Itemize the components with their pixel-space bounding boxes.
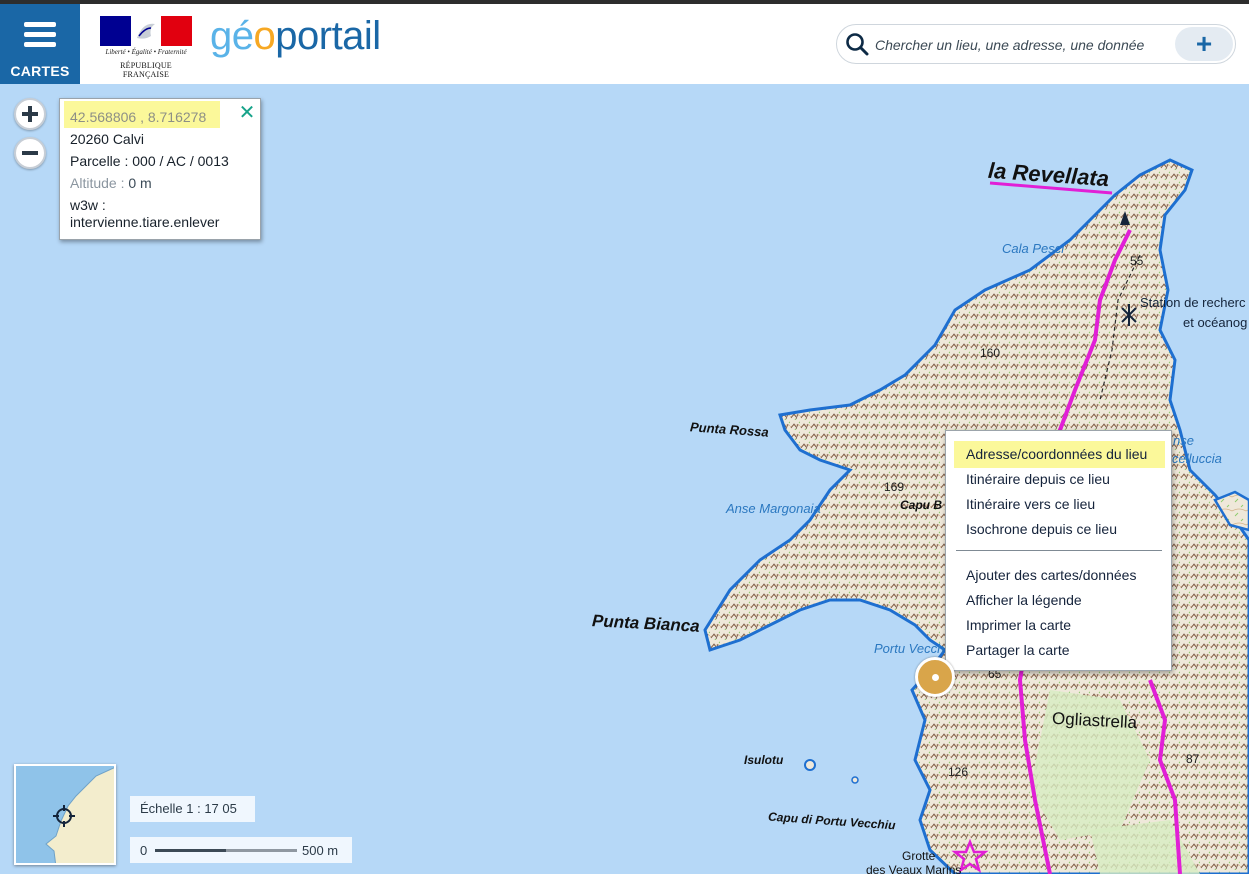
map-label-station-1: Station de recherc bbox=[1140, 295, 1246, 310]
search-icon[interactable] bbox=[845, 32, 869, 56]
parcel-text: Parcelle : 000 / AC / 0013 bbox=[70, 153, 229, 169]
search-input[interactable] bbox=[875, 33, 1165, 57]
menu-item-print-map[interactable]: Imprimer la carte bbox=[966, 617, 1071, 633]
map-label-capu-b: Capu B bbox=[900, 498, 942, 512]
menu-item-show-legend[interactable]: Afficher la légende bbox=[966, 592, 1082, 608]
map-label-anse-right-1: nse bbox=[1173, 433, 1194, 448]
close-icon[interactable]: ✕ bbox=[237, 102, 257, 124]
menu-item-isochrone[interactable]: Isochrone depuis ce lieu bbox=[966, 521, 1117, 537]
altitude-value: 0 m bbox=[128, 175, 152, 191]
altitude-label-87: 87 bbox=[1186, 752, 1200, 766]
marianne-flag-icon bbox=[100, 16, 193, 46]
map-label-portu-vecch: Portu Vecch bbox=[874, 641, 945, 656]
menu-item-share-map[interactable]: Partager la carte bbox=[966, 642, 1070, 658]
add-data-button[interactable]: + bbox=[1175, 27, 1233, 61]
location-info-popup: 42.568806 , 8.716278 ✕ 20260 Calvi Parce… bbox=[59, 98, 261, 240]
map-label-grotte-1: Grotte bbox=[902, 849, 936, 863]
search-bar: + bbox=[836, 24, 1236, 64]
w3w-value[interactable]: intervienne.tiare.enlever bbox=[70, 214, 219, 230]
zoom-out-button[interactable] bbox=[14, 137, 46, 169]
cartes-menu-button[interactable]: CARTES bbox=[0, 4, 80, 84]
scale-line-dark bbox=[155, 849, 226, 852]
location-marker[interactable] bbox=[915, 657, 955, 697]
altitude-row: Altitude : 0 m bbox=[70, 175, 152, 191]
altitude-label-160: 160 bbox=[980, 346, 1001, 360]
map-label-cala-pesci: Cala Pesci bbox=[1002, 241, 1065, 256]
menu-separator bbox=[956, 550, 1162, 551]
address-text: 20260 Calvi bbox=[70, 131, 144, 147]
menu-item-address-coordinates[interactable]: Adresse/coordonnées du lieu bbox=[966, 446, 1147, 462]
map-label-anse-margonaia: Anse Margonaia bbox=[726, 501, 821, 516]
rf-motto: Liberté • Égalité • Fraternité bbox=[105, 48, 187, 56]
geoportail-logo[interactable]: géoportail bbox=[210, 14, 381, 70]
republique-francaise-logo[interactable]: Liberté • Égalité • Fraternité RÉPUBLIQU… bbox=[100, 16, 193, 79]
minus-icon bbox=[22, 151, 38, 155]
altitude-label-126: 126 bbox=[948, 765, 969, 779]
zoom-in-button[interactable] bbox=[14, 98, 46, 130]
scale-distance: 500 m bbox=[302, 843, 339, 858]
menu-item-route-from[interactable]: Itinéraire depuis ce lieu bbox=[966, 471, 1110, 487]
overview-minimap[interactable] bbox=[14, 764, 116, 865]
hamburger-icon bbox=[24, 22, 56, 48]
map-label-isulotu: Isulotu bbox=[744, 753, 784, 767]
w3w-label: w3w : bbox=[70, 197, 106, 213]
scale-ratio: Échelle 1 : 17 05 bbox=[130, 796, 255, 822]
menu-item-route-to[interactable]: Itinéraire vers ce lieu bbox=[966, 496, 1095, 512]
map-label-grotte-2: des Veaux Marins bbox=[866, 863, 962, 874]
coordinates-text[interactable]: 42.568806 , 8.716278 bbox=[70, 109, 206, 125]
map-label-station-2: et océanog bbox=[1183, 315, 1248, 330]
map-label-anse-right-2: celluccia bbox=[1172, 451, 1222, 466]
menu-item-add-maps[interactable]: Ajouter des cartes/données bbox=[966, 567, 1136, 583]
rf-name: RÉPUBLIQUE FRANÇAISE bbox=[120, 61, 172, 79]
scale-line-light bbox=[226, 849, 297, 852]
scale-bar: 0 500 m bbox=[130, 837, 352, 863]
altitude-label-55: 55 bbox=[1130, 254, 1144, 268]
plus-icon bbox=[22, 106, 38, 122]
cartes-menu-label: CARTES bbox=[10, 63, 70, 79]
scale-zero: 0 bbox=[140, 843, 148, 858]
altitude-label-169: 169 bbox=[884, 480, 905, 494]
minimap-view bbox=[16, 766, 114, 863]
altitude-label: Altitude : bbox=[70, 175, 129, 191]
map-context-menu: Adresse/coordonnées du lieu Itinéraire d… bbox=[945, 430, 1172, 671]
